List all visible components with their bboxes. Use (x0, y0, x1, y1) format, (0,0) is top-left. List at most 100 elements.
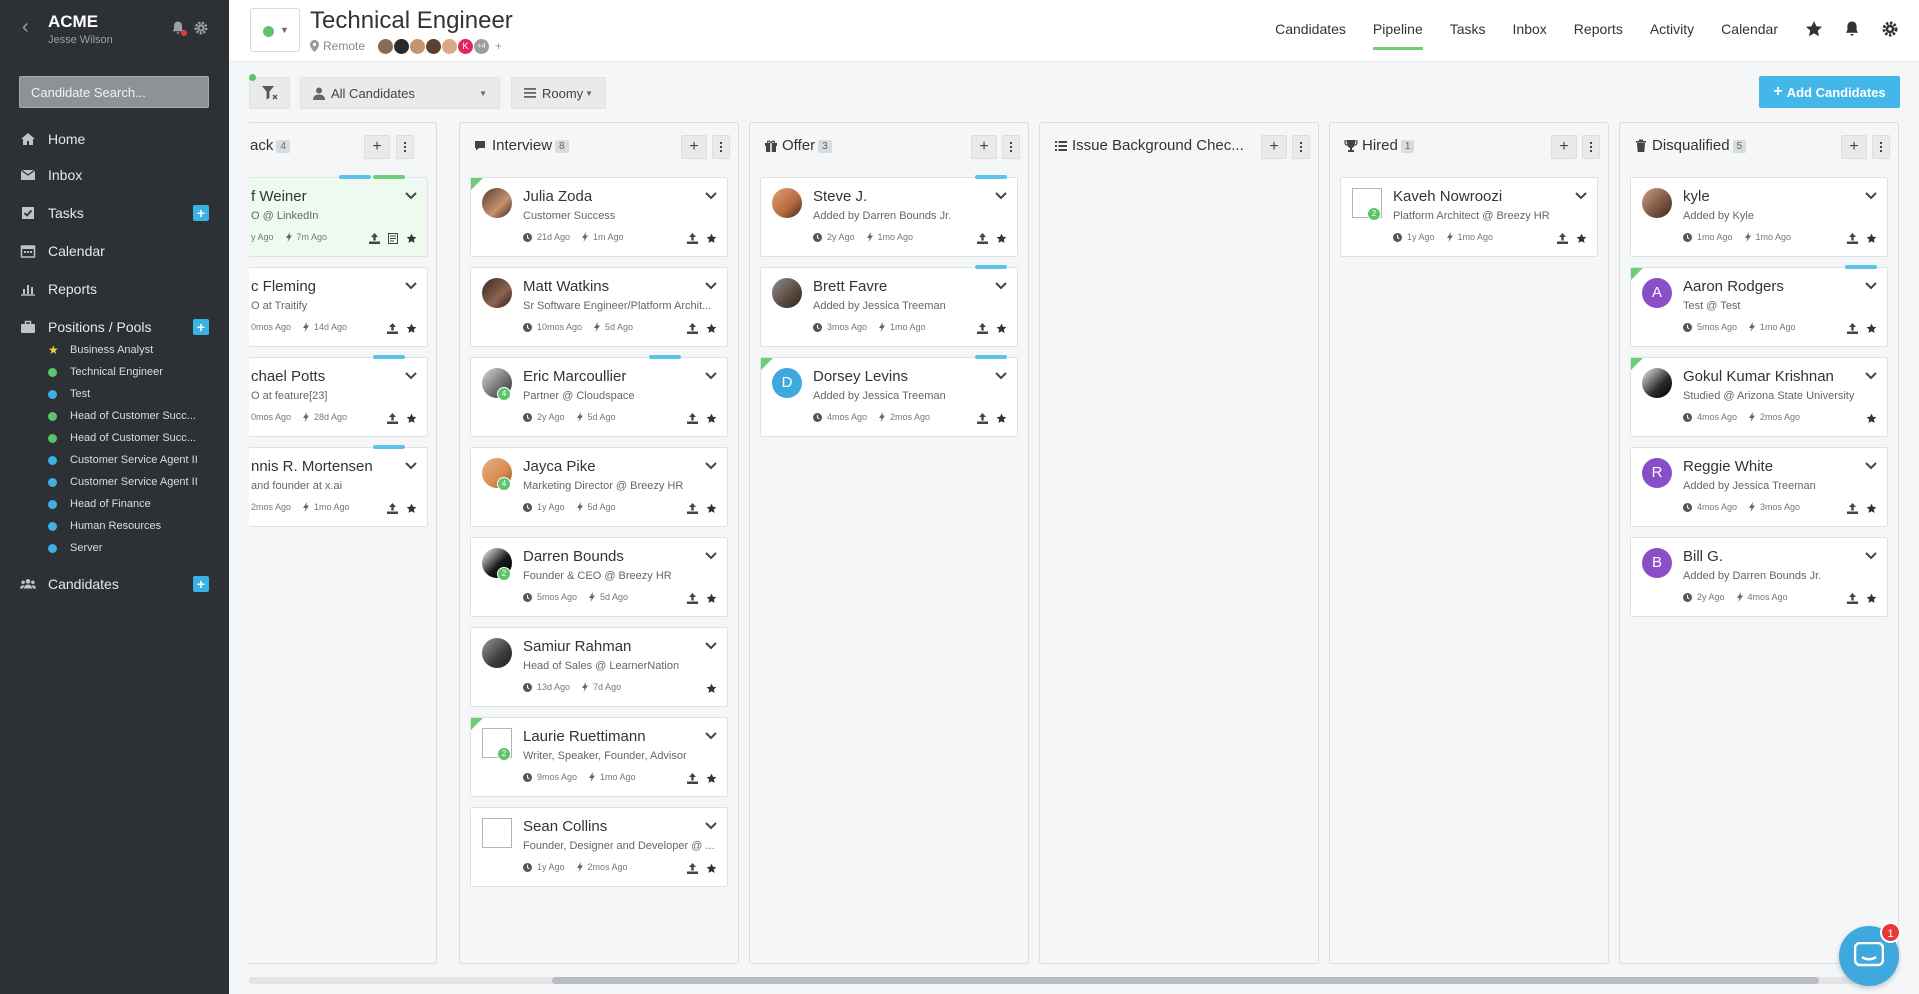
add-candidates-button[interactable]: + Add Candidates (1759, 76, 1900, 108)
tab-reports[interactable]: Reports (1574, 21, 1623, 37)
stage-menu-button[interactable] (1002, 135, 1020, 159)
star-icon[interactable] (706, 323, 717, 334)
upload-icon[interactable] (387, 323, 398, 334)
chevron-down-icon[interactable] (1865, 552, 1877, 560)
scrollbar-thumb[interactable] (552, 977, 1819, 984)
upload-icon[interactable] (1847, 233, 1858, 244)
star-icon[interactable] (406, 413, 417, 424)
candidate-name[interactable]: Sean Collins (523, 818, 607, 835)
candidate-name[interactable]: Steve J. (813, 188, 867, 205)
star-icon[interactable] (706, 593, 717, 604)
stage-add-button[interactable]: + (1841, 135, 1867, 159)
candidate-name[interactable]: Julia Zoda (523, 188, 592, 205)
star-icon[interactable] (1866, 233, 1877, 244)
position-item[interactable]: Head of Finance (48, 494, 151, 514)
upload-icon[interactable] (687, 233, 698, 244)
position-item[interactable]: Human Resources (48, 516, 161, 536)
team-members[interactable]: K +4 + (377, 38, 502, 55)
candidate-search-input[interactable] (19, 76, 209, 108)
position-item[interactable]: Technical Engineer (48, 362, 163, 382)
chevron-down-icon[interactable] (405, 372, 417, 380)
back-chevron-icon[interactable]: ‹ (22, 16, 29, 39)
stage-add-button[interactable]: + (681, 135, 707, 159)
candidate-filter-select[interactable]: All Candidates ▼ (300, 77, 500, 109)
tab-activity[interactable]: Activity (1650, 21, 1694, 37)
position-status-dropdown[interactable]: ▼ (250, 8, 300, 52)
chevron-down-icon[interactable] (705, 462, 717, 470)
chevron-down-icon[interactable] (995, 282, 1007, 290)
stage-add-button[interactable]: + (364, 135, 390, 159)
position-item[interactable]: Head of Customer Succ... (48, 406, 196, 426)
nav-tasks[interactable]: Tasks + (0, 198, 229, 228)
star-icon[interactable] (706, 773, 717, 784)
star-icon[interactable] (1866, 323, 1877, 334)
chevron-down-icon[interactable] (1865, 192, 1877, 200)
candidate-card[interactable]: Julia Zoda Customer Success 21d Ago 1m Ago (470, 177, 728, 257)
upload-icon[interactable] (387, 413, 398, 424)
document-icon[interactable] (388, 233, 398, 244)
chevron-down-icon[interactable] (705, 642, 717, 650)
nav-candidates[interactable]: Candidates + (0, 569, 229, 599)
chevron-down-icon[interactable] (995, 192, 1007, 200)
chevron-down-icon[interactable] (405, 282, 417, 290)
chevron-down-icon[interactable] (705, 822, 717, 830)
chevron-down-icon[interactable] (705, 372, 717, 380)
candidate-name[interactable]: Samiur Rahman (523, 638, 631, 655)
candidate-card[interactable]: 2 Laurie Ruettimann Writer, Speaker, Found… (470, 717, 728, 797)
candidate-card[interactable]: B Bill G. Added by Darren Bounds Jr. 2y Ago… (1630, 537, 1888, 617)
candidate-name[interactable]: Reggie White (1683, 458, 1773, 475)
chevron-down-icon[interactable] (705, 282, 717, 290)
candidate-name[interactable]: Darren Bounds (523, 548, 624, 565)
tab-candidates[interactable]: Candidates (1275, 21, 1346, 37)
upload-icon[interactable] (977, 323, 988, 334)
nav-positions[interactable]: Positions / Pools + (0, 312, 229, 342)
chevron-down-icon[interactable] (705, 552, 717, 560)
stage-add-button[interactable]: + (1261, 135, 1287, 159)
chevron-down-icon[interactable] (1865, 372, 1877, 380)
upload-icon[interactable] (977, 413, 988, 424)
tab-inbox[interactable]: Inbox (1513, 21, 1547, 37)
candidate-card[interactable]: R Reggie White Added by Jessica Treeman 4mo… (1630, 447, 1888, 527)
nav-home[interactable]: Home (0, 124, 229, 154)
star-icon[interactable] (406, 233, 417, 244)
position-item[interactable]: Customer Service Agent II (48, 472, 198, 492)
candidate-card[interactable]: 2 Kaveh Nowroozi Platform Architect @ Bree… (1340, 177, 1598, 257)
settings-gear-icon[interactable] (1881, 20, 1899, 38)
chevron-down-icon[interactable] (1865, 282, 1877, 290)
candidate-name[interactable]: Gokul Kumar Krishnan (1683, 368, 1834, 385)
star-icon[interactable] (706, 503, 717, 514)
chevron-down-icon[interactable] (405, 462, 417, 470)
star-icon[interactable] (706, 413, 717, 424)
candidate-name[interactable]: Brett Favre (813, 278, 887, 295)
view-mode-select[interactable]: Roomy ▼ (511, 77, 606, 109)
add-task-button[interactable]: + (193, 205, 209, 221)
candidate-card[interactable]: 2 Darren Bounds Founder & CEO @ Breezy HR 5… (470, 537, 728, 617)
chevron-down-icon[interactable] (995, 372, 1007, 380)
candidate-card[interactable]: nnis R. Mortensen and founder at x.ai 2m… (249, 445, 428, 527)
upload-icon[interactable] (369, 233, 380, 244)
star-icon[interactable] (406, 503, 417, 514)
candidate-card[interactable]: f Weiner O @ LinkedIn y Ago 7m Ago (249, 175, 428, 257)
chevron-down-icon[interactable] (705, 192, 717, 200)
candidate-card[interactable]: Samiur Rahman Head of Sales @ LearnerNati… (470, 627, 728, 707)
candidate-card[interactable]: D Dorsey Levins Added by Jessica Treeman 4m… (760, 355, 1018, 437)
stage-menu-button[interactable] (396, 135, 414, 159)
star-icon[interactable] (1576, 233, 1587, 244)
star-icon[interactable] (406, 323, 417, 334)
candidate-name[interactable]: Dorsey Levins (813, 368, 908, 385)
chevron-down-icon[interactable] (705, 732, 717, 740)
upload-icon[interactable] (1847, 503, 1858, 514)
candidate-card[interactable]: Matt Watkins Sr Software Engineer/Platfor… (470, 267, 728, 347)
chevron-down-icon[interactable] (1865, 462, 1877, 470)
upload-icon[interactable] (977, 233, 988, 244)
stage-menu-button[interactable] (1292, 135, 1310, 159)
notification-bell-icon[interactable] (170, 20, 187, 36)
chevron-down-icon[interactable] (1575, 192, 1587, 200)
candidate-name[interactable]: Matt Watkins (523, 278, 609, 295)
candidate-card[interactable]: Steve J. Added by Darren Bounds Jr. 2y Ago… (760, 175, 1018, 257)
position-item[interactable]: Head of Customer Succ... (48, 428, 196, 448)
upload-icon[interactable] (687, 773, 698, 784)
star-icon[interactable] (996, 233, 1007, 244)
candidate-name[interactable]: Bill G. (1683, 548, 1723, 565)
candidate-name[interactable]: Laurie Ruettimann (523, 728, 646, 745)
